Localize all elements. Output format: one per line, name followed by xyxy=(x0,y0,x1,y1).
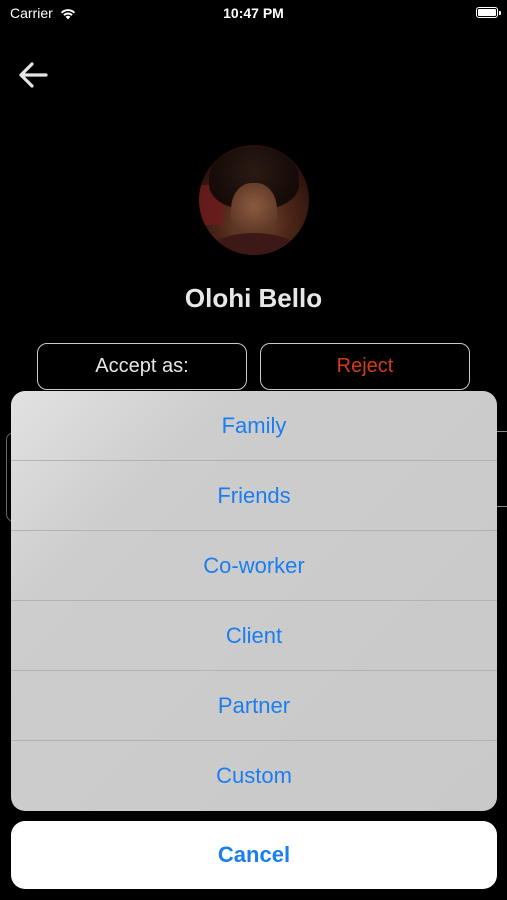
action-sheet: Family Friends Co-worker Client Partner … xyxy=(11,391,497,811)
option-family[interactable]: Family xyxy=(11,391,497,461)
status-time: 10:47 PM xyxy=(223,5,284,21)
avatar xyxy=(199,145,309,255)
back-button[interactable] xyxy=(16,58,50,92)
arrow-left-icon xyxy=(19,62,48,88)
option-friends[interactable]: Friends xyxy=(11,461,497,531)
battery-icon xyxy=(476,7,501,18)
battery-tip xyxy=(499,11,501,15)
status-bar: Carrier 10:47 PM xyxy=(0,0,507,28)
cancel-button[interactable]: Cancel xyxy=(11,821,497,889)
option-co-worker[interactable]: Co-worker xyxy=(11,531,497,601)
option-partner[interactable]: Partner xyxy=(11,671,497,741)
option-client[interactable]: Client xyxy=(11,601,497,671)
profile-name: Olohi Bello xyxy=(184,283,323,313)
reject-button[interactable]: Reject xyxy=(260,343,470,390)
battery-level-fill xyxy=(478,9,496,16)
option-custom[interactable]: Custom xyxy=(11,741,497,811)
avatar-body xyxy=(207,233,301,255)
accept-as-button[interactable]: Accept as: xyxy=(37,343,247,390)
